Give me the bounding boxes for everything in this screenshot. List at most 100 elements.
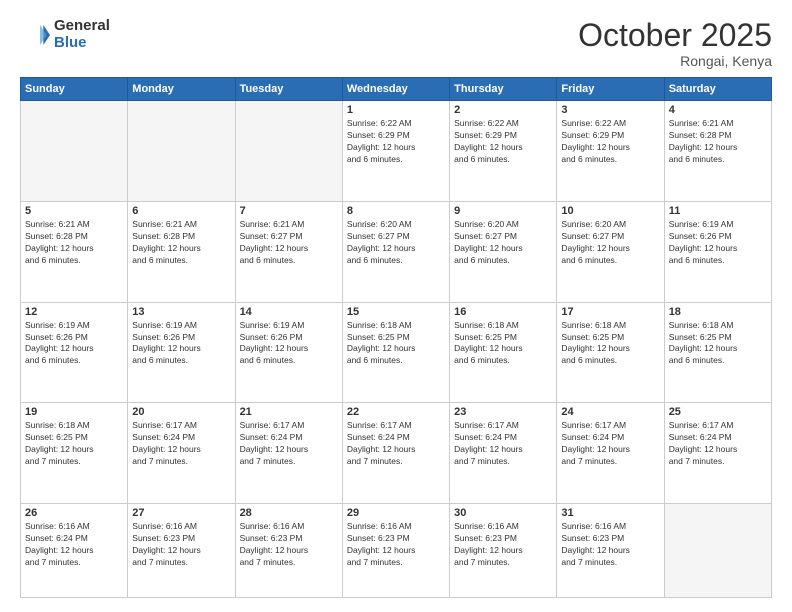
table-row: 26 Sunrise: 6:16 AM Sunset: 6:24 PM Dayli… (21, 504, 128, 598)
day-number: 29 (347, 507, 445, 519)
day-info: Sunrise: 6:16 AM Sunset: 6:24 PM Dayligh… (25, 521, 123, 569)
month-title: October 2025 (578, 18, 772, 53)
table-row (21, 101, 128, 202)
table-row: 24Sunrise: 6:17 AM Sunset: 6:24 PM Dayli… (557, 403, 664, 504)
table-row: 30 Sunrise: 6:16 AM Sunset: 6:23 PM Dayli… (450, 504, 557, 598)
page: General Blue October 2025 Rongai, Kenya … (0, 0, 792, 612)
day-number: 8 (347, 205, 445, 217)
logo-general-text: General (54, 18, 110, 35)
day-number: 31 (561, 507, 659, 519)
day-number: 24 (561, 406, 659, 418)
table-row: 14Sunrise: 6:19 AM Sunset: 6:26 PM Dayli… (235, 302, 342, 403)
day-info: Sunrise: 6:19 AM Sunset: 6:26 PM Dayligh… (132, 320, 230, 368)
day-number: 7 (240, 205, 338, 217)
day-number: 23 (454, 406, 552, 418)
day-info: Sunrise: 6:16 AM Sunset: 6:23 PM Dayligh… (561, 521, 659, 569)
day-info: Sunrise: 6:17 AM Sunset: 6:24 PM Dayligh… (454, 420, 552, 468)
day-number: 13 (132, 306, 230, 318)
col-monday: Monday (128, 78, 235, 101)
day-number: 16 (454, 306, 552, 318)
col-wednesday: Wednesday (342, 78, 449, 101)
day-number: 9 (454, 205, 552, 217)
day-number: 5 (25, 205, 123, 217)
table-row: 19Sunrise: 6:18 AM Sunset: 6:25 PM Dayli… (21, 403, 128, 504)
day-info: Sunrise: 6:16 AM Sunset: 6:23 PM Dayligh… (240, 521, 338, 569)
day-number: 21 (240, 406, 338, 418)
day-number: 25 (669, 406, 767, 418)
logo-text: General Blue (54, 18, 110, 51)
table-row: 29 Sunrise: 6:16 AM Sunset: 6:23 PM Dayli… (342, 504, 449, 598)
day-number: 3 (561, 104, 659, 116)
day-number: 19 (25, 406, 123, 418)
day-number: 6 (132, 205, 230, 217)
day-number: 28 (240, 507, 338, 519)
table-row: 1 Sunrise: 6:22 AM Sunset: 6:29 PM Daylig… (342, 101, 449, 202)
col-friday: Friday (557, 78, 664, 101)
day-info: Sunrise: 6:16 AM Sunset: 6:23 PM Dayligh… (347, 521, 445, 569)
day-info: Sunrise: 6:19 AM Sunset: 6:26 PM Dayligh… (669, 219, 767, 267)
table-row (664, 504, 771, 598)
col-tuesday: Tuesday (235, 78, 342, 101)
day-number: 10 (561, 205, 659, 217)
table-row: 5 Sunrise: 6:21 AM Sunset: 6:28 PM Daylig… (21, 201, 128, 302)
day-number: 14 (240, 306, 338, 318)
day-number: 11 (669, 205, 767, 217)
day-info: Sunrise: 6:17 AM Sunset: 6:24 PM Dayligh… (347, 420, 445, 468)
table-row: 18Sunrise: 6:18 AM Sunset: 6:25 PM Dayli… (664, 302, 771, 403)
day-number: 20 (132, 406, 230, 418)
table-row: 15 Sunrise: 6:18 AM Sunset: 6:25 PM Dayli… (342, 302, 449, 403)
day-number: 26 (25, 507, 123, 519)
day-number: 1 (347, 104, 445, 116)
day-info: Sunrise: 6:22 AM Sunset: 6:29 PM Dayligh… (561, 118, 659, 166)
col-sunday: Sunday (21, 78, 128, 101)
calendar-body: 1 Sunrise: 6:22 AM Sunset: 6:29 PM Daylig… (21, 101, 772, 598)
table-row: 13 Sunrise: 6:19 AM Sunset: 6:26 PM Dayli… (128, 302, 235, 403)
day-number: 12 (25, 306, 123, 318)
day-info: Sunrise: 6:18 AM Sunset: 6:25 PM Dayligh… (347, 320, 445, 368)
table-row: 17Sunrise: 6:18 AM Sunset: 6:25 PM Dayli… (557, 302, 664, 403)
logo: General Blue (20, 18, 110, 51)
col-saturday: Saturday (664, 78, 771, 101)
day-info: Sunrise: 6:19 AM Sunset: 6:26 PM Dayligh… (25, 320, 123, 368)
day-info: Sunrise: 6:16 AM Sunset: 6:23 PM Dayligh… (454, 521, 552, 569)
day-number: 15 (347, 306, 445, 318)
day-number: 2 (454, 104, 552, 116)
day-number: 4 (669, 104, 767, 116)
location: Rongai, Kenya (578, 53, 772, 69)
table-row: 16 Sunrise: 6:18 AM Sunset: 6:25 PM Dayli… (450, 302, 557, 403)
table-row: 31 Sunrise: 6:16 AM Sunset: 6:23 PM Dayli… (557, 504, 664, 598)
day-info: Sunrise: 6:21 AM Sunset: 6:27 PM Dayligh… (240, 219, 338, 267)
day-info: Sunrise: 6:22 AM Sunset: 6:29 PM Dayligh… (454, 118, 552, 166)
day-info: Sunrise: 6:17 AM Sunset: 6:24 PM Dayligh… (132, 420, 230, 468)
day-number: 30 (454, 507, 552, 519)
day-number: 17 (561, 306, 659, 318)
table-row: 20 Sunrise: 6:17 AM Sunset: 6:24 PM Dayli… (128, 403, 235, 504)
calendar-week-row: 1 Sunrise: 6:22 AM Sunset: 6:29 PM Daylig… (21, 101, 772, 202)
day-info: Sunrise: 6:17 AM Sunset: 6:24 PM Dayligh… (669, 420, 767, 468)
logo-icon (20, 20, 50, 50)
day-info: Sunrise: 6:21 AM Sunset: 6:28 PM Dayligh… (25, 219, 123, 267)
day-info: Sunrise: 6:18 AM Sunset: 6:25 PM Dayligh… (454, 320, 552, 368)
day-info: Sunrise: 6:22 AM Sunset: 6:29 PM Dayligh… (347, 118, 445, 166)
day-number: 22 (347, 406, 445, 418)
table-row (235, 101, 342, 202)
table-row: 6 Sunrise: 6:21 AM Sunset: 6:28 PM Daylig… (128, 201, 235, 302)
calendar-week-row: 5 Sunrise: 6:21 AM Sunset: 6:28 PM Daylig… (21, 201, 772, 302)
table-row: 23 Sunrise: 6:17 AM Sunset: 6:24 PM Dayli… (450, 403, 557, 504)
table-row: 12 Sunrise: 6:19 AM Sunset: 6:26 PM Dayli… (21, 302, 128, 403)
table-row: 7 Sunrise: 6:21 AM Sunset: 6:27 PM Daylig… (235, 201, 342, 302)
table-row: 8Sunrise: 6:20 AM Sunset: 6:27 PM Daylig… (342, 201, 449, 302)
logo-blue-text: Blue (54, 35, 110, 52)
calendar-header-row: Sunday Monday Tuesday Wednesday Thursday… (21, 78, 772, 101)
col-thursday: Thursday (450, 78, 557, 101)
day-info: Sunrise: 6:20 AM Sunset: 6:27 PM Dayligh… (454, 219, 552, 267)
day-info: Sunrise: 6:16 AM Sunset: 6:23 PM Dayligh… (132, 521, 230, 569)
calendar-table: Sunday Monday Tuesday Wednesday Thursday… (20, 77, 772, 598)
day-info: Sunrise: 6:21 AM Sunset: 6:28 PM Dayligh… (132, 219, 230, 267)
table-row: 28 Sunrise: 6:16 AM Sunset: 6:23 PM Dayli… (235, 504, 342, 598)
day-info: Sunrise: 6:20 AM Sunset: 6:27 PM Dayligh… (561, 219, 659, 267)
day-info: Sunrise: 6:17 AM Sunset: 6:24 PM Dayligh… (240, 420, 338, 468)
day-number: 18 (669, 306, 767, 318)
title-block: October 2025 Rongai, Kenya (578, 18, 772, 69)
calendar-week-row: 26 Sunrise: 6:16 AM Sunset: 6:24 PM Dayli… (21, 504, 772, 598)
